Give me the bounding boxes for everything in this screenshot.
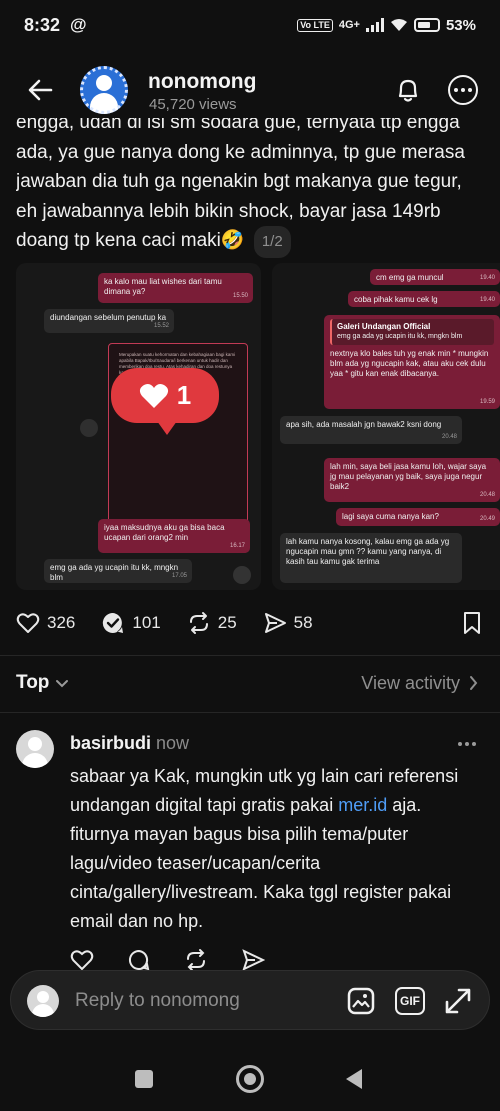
comment-count: 101 (132, 613, 161, 632)
chat-bubble: coba pihak kamu cek lg 19.40 (348, 291, 500, 307)
post-header: nonomong 45,720 views (0, 60, 500, 122)
back-button[interactable] (346, 1069, 362, 1089)
comment-timestamp: now (156, 733, 190, 753)
signal-icon (365, 18, 384, 32)
comment-check-icon (103, 612, 124, 633)
share-button[interactable]: 58 (263, 611, 313, 635)
repost-count: 25 (217, 613, 237, 632)
quoted-reply: Galeri Undangan Official emg ga ada yg u… (330, 319, 494, 345)
comment-header: basirbudi now (70, 733, 189, 754)
chevron-right-icon (470, 676, 478, 690)
post-image-2[interactable]: cm emg ga muncul 19.40 coba pihak kamu ce… (272, 263, 500, 590)
share-icon (80, 419, 98, 437)
comment-share-icon[interactable] (241, 948, 265, 972)
battery-level: 53% (445, 16, 476, 34)
my-avatar (27, 985, 59, 1017)
commenter-username[interactable]: basirbudi (70, 733, 151, 753)
author-username[interactable]: nonomong (148, 70, 256, 94)
status-right: Vo LTE 4G+ 53% (297, 17, 476, 34)
post-text: engga, udah di isi sm sodara gue, ternya… (16, 118, 465, 251)
chat-bubble: ka kalo mau liat wishes dari tamu dimana… (98, 273, 253, 303)
post-image-1[interactable]: ka kalo mau liat wishes dari tamu dimana… (16, 263, 261, 590)
image-attach-icon[interactable] (347, 987, 375, 1015)
share-count: 58 (293, 613, 313, 632)
threads-icon: @ (70, 15, 87, 34)
repost-icon (189, 612, 208, 634)
view-activity-link[interactable]: View activity (361, 673, 478, 694)
chat-bubble: lah kamu nanya kosong, kalau emg ga ada … (280, 533, 462, 583)
like-notification-count: 1 (176, 380, 192, 410)
battery-icon (413, 18, 440, 32)
bookmark-icon[interactable] (462, 611, 482, 635)
comment-text-2: aja. fiturnya mayan bagus bisa pilih tem… (70, 795, 452, 931)
author-avatar[interactable] (80, 66, 128, 114)
recents-button[interactable] (135, 1070, 153, 1088)
home-button[interactable] (236, 1065, 264, 1093)
expand-icon[interactable] (443, 986, 473, 1016)
back-arrow-icon[interactable] (26, 76, 54, 104)
network-label: 4G+ (338, 19, 360, 31)
image-page-indicator: 1/2 (253, 226, 291, 258)
chat-bubble: diundangan sebelum penutup ka 15.52 (44, 309, 174, 333)
more-options-icon[interactable] (448, 75, 478, 105)
chat-bubble: iyaa maksudnya aku ga bisa baca ucapan d… (98, 519, 250, 553)
commenter-avatar[interactable] (16, 730, 54, 768)
volte-icon: Vo LTE (297, 18, 333, 32)
comment-repost-icon[interactable] (184, 948, 208, 972)
comment-reply-icon[interactable] (127, 948, 151, 972)
bell-icon[interactable] (394, 76, 422, 104)
heart-outline-icon (16, 613, 40, 633)
replies-header: Top View activity (16, 668, 478, 698)
scroll-down-icon (233, 566, 251, 584)
post-actions: 326 101 25 58 (16, 608, 486, 638)
chat-bubble: apa sih, ada masalah jgn bawak2 ksni don… (280, 416, 462, 444)
comment-actions (70, 948, 270, 972)
comment-button[interactable]: 101 (101, 611, 161, 635)
comment-more-icon[interactable] (458, 742, 476, 746)
system-nav-bar (0, 1040, 500, 1111)
divider (0, 655, 500, 656)
chat-bubble: cm emg ga muncul 19.40 (370, 269, 500, 285)
gif-icon[interactable]: GIF (395, 987, 425, 1015)
wifi-icon (390, 19, 407, 31)
comment-like-icon[interactable] (70, 948, 94, 972)
send-icon (264, 613, 286, 633)
post-body: engga, udah di isi sm sodara gue, ternya… (16, 118, 486, 262)
like-count: 326 (47, 613, 76, 632)
chevron-down-icon (56, 680, 69, 688)
reply-bar: Reply to nonomong GIF (10, 970, 490, 1030)
status-bar: 8:32 @ Vo LTE 4G+ 53% (0, 0, 500, 50)
view-activity-label: View activity (361, 672, 460, 693)
view-count: 45,720 views (149, 96, 237, 113)
like-notification-bubble: 1 (111, 368, 219, 435)
repost-button[interactable]: 25 (187, 611, 237, 635)
comment-body: sabaar ya Kak, mungkin utk yg lain cari … (70, 762, 470, 936)
divider (0, 712, 500, 713)
comment-link[interactable]: mer.id (338, 795, 387, 815)
sort-dropdown[interactable]: Top (16, 672, 69, 694)
chat-bubble: emg ga ada yg ucapin itu kk, mngkn blm 17… (44, 559, 192, 583)
heart-icon (139, 383, 168, 408)
like-button[interactable]: 326 (16, 611, 75, 635)
chat-bubble: lah min, saya beli jasa kamu loh, wajar … (324, 458, 500, 502)
status-time: 8:32 (24, 14, 61, 35)
chat-bubble: Galeri Undangan Official emg ga ada yg u… (324, 315, 500, 409)
chat-bubble: lagi saya cuma nanya kan? 20.49 (336, 508, 500, 526)
sort-label: Top (16, 672, 50, 693)
reply-input[interactable]: Reply to nonomong (75, 990, 240, 1012)
